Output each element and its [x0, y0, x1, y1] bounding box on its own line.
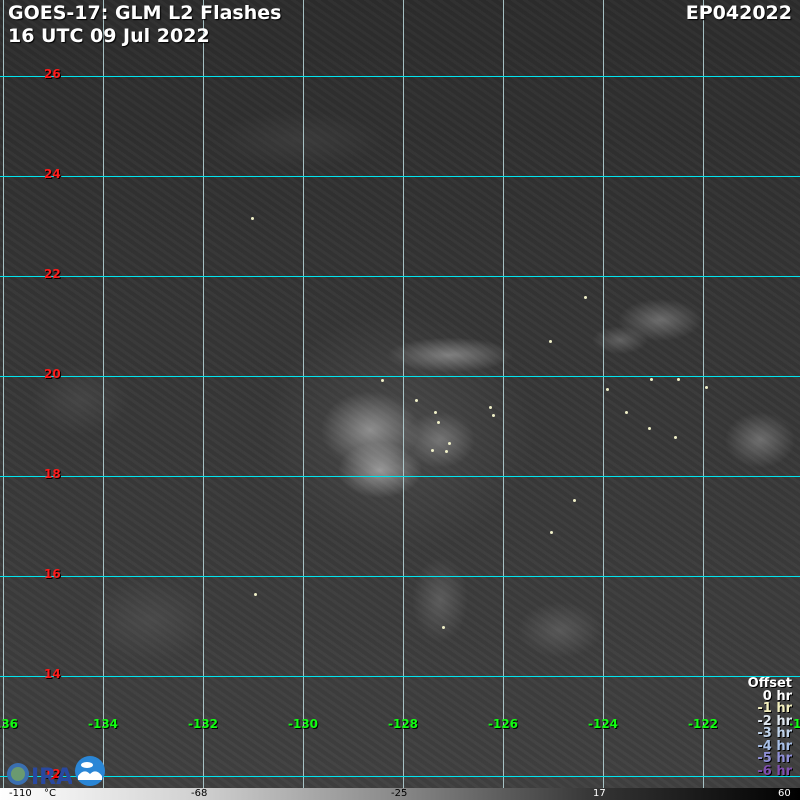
flash-point — [254, 593, 257, 596]
flash-point — [431, 449, 434, 452]
latitude-label: 22 — [44, 267, 61, 281]
longitude-label: -132 — [187, 717, 219, 731]
longitude-line — [203, 0, 204, 788]
latitude-line — [0, 276, 800, 277]
longitude-label: -122 — [687, 717, 719, 731]
latitude-label: 26 — [44, 67, 61, 81]
longitude-line — [503, 0, 504, 788]
flash-point — [648, 427, 651, 430]
flash-point — [606, 388, 609, 391]
latitude-label: 18 — [44, 467, 61, 481]
flash-point — [492, 414, 495, 417]
latitude-line — [0, 76, 800, 77]
longitude-label: -128 — [387, 717, 419, 731]
flash-point — [445, 450, 448, 453]
latitude-line — [0, 676, 800, 677]
flash-point — [650, 378, 653, 381]
flash-point — [489, 406, 492, 409]
flash-point — [251, 217, 254, 220]
flash-point — [437, 421, 440, 424]
storm-id: EP042022 — [685, 2, 792, 24]
latitude-line — [0, 576, 800, 577]
flash-point — [674, 436, 677, 439]
longitude-label: -124 — [587, 717, 619, 731]
offset-legend: Offset 0 hr -1 hr -2 hr -3 hr -4 hr -5 hr -6 h… — [748, 677, 792, 779]
colorbar-label: -25 — [391, 788, 408, 799]
longitude-line — [603, 0, 604, 788]
datetime-label: 16 UTC 09 Jul 2022 — [8, 25, 210, 47]
longitude-line — [103, 0, 104, 788]
latitude-line — [0, 776, 800, 777]
latitude-label: 16 — [44, 567, 61, 581]
svg-text:IRA: IRA — [31, 765, 72, 788]
latitude-line — [0, 176, 800, 177]
flash-point — [550, 531, 553, 534]
flash-point — [625, 411, 628, 414]
flash-point — [677, 378, 680, 381]
latitude-label: 20 — [44, 367, 61, 381]
longitude-label: -130 — [287, 717, 319, 731]
longitude-label: -136 — [0, 717, 19, 731]
flash-point — [584, 296, 587, 299]
satellite-imagery — [0, 0, 800, 788]
colorbar-label: -68 — [191, 788, 208, 799]
latitude-line — [0, 476, 800, 477]
colorbar-label: 17 — [593, 788, 606, 799]
flash-point — [415, 399, 418, 402]
latitude-label: 14 — [44, 667, 61, 681]
cira-logo: IRA — [4, 758, 73, 792]
flash-point — [448, 442, 451, 445]
flash-point — [705, 386, 708, 389]
latitude-label: 24 — [44, 167, 61, 181]
flash-point — [442, 626, 445, 629]
longitude-line — [403, 0, 404, 788]
longitude-line — [3, 0, 4, 788]
longitude-line — [703, 0, 704, 788]
rammb-logo — [75, 756, 105, 790]
product-title: GOES-17: GLM L2 Flashes — [8, 2, 282, 24]
flash-point — [434, 411, 437, 414]
flash-point — [549, 340, 552, 343]
longitude-label: -126 — [487, 717, 519, 731]
legend-item: -6 hr — [757, 763, 792, 779]
flash-point — [573, 499, 576, 502]
longitude-label: -134 — [87, 717, 119, 731]
colorbar-label: 60 — [778, 788, 791, 799]
latitude-line — [0, 376, 800, 377]
longitude-line — [303, 0, 304, 788]
flash-point — [381, 379, 384, 382]
